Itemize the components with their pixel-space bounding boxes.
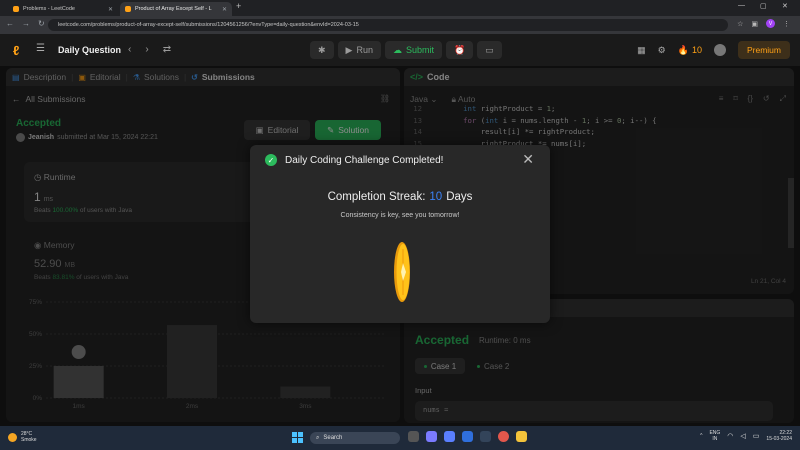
browser-tab-strip: Problems - LeetCode ✕ Product of Array E… (0, 0, 800, 16)
prev-problem-icon[interactable]: ‹ (128, 44, 131, 55)
reload-icon[interactable]: ↻ (38, 19, 45, 28)
forward-icon[interactable]: → (22, 19, 30, 28)
spinning-coin-icon (394, 242, 410, 302)
volume-icon[interactable]: ◁ (740, 432, 745, 440)
alarm-icon: ⏰ (454, 44, 466, 55)
user-avatar[interactable] (713, 44, 726, 56)
wifi-icon[interactable]: ◠ (727, 432, 733, 440)
extensions-icon[interactable]: ▣ (751, 20, 758, 28)
completion-streak: Completion Streak: 10 Days (327, 191, 473, 203)
next-problem-icon[interactable]: › (145, 44, 148, 55)
url-text: leetcode.com/problems/product-of-array-e… (58, 22, 359, 28)
timer-button[interactable]: ⏰ (446, 41, 474, 59)
layout-icon[interactable]: ▦ (637, 45, 646, 56)
premium-button[interactable]: Premium (737, 41, 790, 59)
chat-app-icon[interactable] (426, 431, 437, 442)
bug-icon: ✱ (318, 44, 326, 55)
steam-app-icon[interactable] (480, 431, 491, 442)
play-icon: ▶ (345, 44, 353, 55)
streak-counter[interactable]: 🔥 10 (678, 45, 702, 56)
language-indicator[interactable]: ENG IN (709, 430, 720, 442)
check-circle-icon: ✓ (265, 154, 277, 166)
bookmark-star-icon[interactable]: ☆ (737, 20, 743, 28)
back-icon[interactable]: ← (6, 19, 14, 28)
new-tab-icon[interactable]: + (236, 1, 241, 11)
debug-button[interactable]: ✱ (310, 41, 334, 59)
close-tab-icon[interactable]: ✕ (108, 6, 113, 13)
submit-button[interactable]: ☁ Submit (384, 41, 442, 59)
file-explorer-icon[interactable] (516, 431, 527, 442)
teams-app-icon[interactable] (444, 431, 455, 442)
system-clock[interactable]: 22:22 15-03-2024 (766, 430, 792, 442)
url-bar[interactable]: leetcode.com/problems/product-of-array-e… (48, 19, 728, 31)
modal-message: Consistency is key, see you tomorrow! (340, 212, 460, 219)
tab-title: Product of Array Except Self - L (135, 6, 212, 12)
windows-start-icon[interactable] (292, 432, 303, 443)
windows-taskbar: 28°C Smoke ⌕ Search ^ ENG IN ◠ ◁ ▭ 22:22 15-… (0, 426, 800, 450)
run-button[interactable]: ▶ Run (337, 41, 381, 59)
tray-chevron-icon[interactable]: ^ (700, 433, 702, 439)
daily-challenge-modal: ✓ Daily Coding Challenge Completed! ✕ Co… (250, 145, 550, 323)
address-bar-row: ← → ↻ leetcode.com/problems/product-of-a… (0, 16, 800, 34)
system-tray: ^ ENG IN ◠ ◁ ▭ 22:22 15-03-2024 (700, 430, 792, 442)
note-icon: ▭ (485, 44, 494, 55)
minimize-icon[interactable]: — (738, 2, 745, 9)
browser-tab-problems[interactable]: Problems - LeetCode ✕ (8, 2, 118, 16)
leetcode-header: ℓ ☰ Daily Question ‹ › ⇄ ✱ ▶ Run ☁ Submit … (0, 34, 800, 66)
close-window-icon[interactable]: ✕ (782, 2, 788, 10)
settings-app-icon[interactable] (462, 431, 473, 442)
close-tab-icon[interactable]: ✕ (222, 6, 227, 13)
search-icon: ⌕ (316, 434, 320, 441)
leetcode-favicon-icon (125, 6, 131, 12)
shuffle-icon[interactable]: ⇄ (163, 44, 171, 55)
menu-icon[interactable]: ⋮ (783, 20, 790, 28)
weather-widget[interactable]: 28°C Smoke (8, 431, 37, 443)
browser-tab-product[interactable]: Product of Array Except Self - L ✕ (120, 2, 232, 16)
cloud-upload-icon: ☁ (392, 44, 402, 55)
modal-title: Daily Coding Challenge Completed! (285, 155, 444, 166)
close-icon[interactable]: ✕ (522, 151, 534, 168)
tab-title: Problems - LeetCode (23, 6, 75, 12)
daily-question-title[interactable]: Daily Question (58, 45, 121, 55)
taskbar-search[interactable]: ⌕ Search (310, 432, 400, 444)
battery-icon[interactable]: ▭ (753, 432, 760, 440)
problem-list-icon[interactable]: ☰ (36, 43, 45, 54)
maximize-icon[interactable]: ▢ (760, 2, 767, 10)
leetcode-favicon-icon (13, 6, 19, 12)
notes-button[interactable]: ▭ (477, 41, 502, 59)
leetcode-logo-icon[interactable]: ℓ (13, 43, 27, 58)
profile-avatar[interactable]: V (766, 19, 775, 28)
fire-icon: 🔥 (677, 44, 689, 55)
settings-gear-icon[interactable]: ⚙ (658, 45, 666, 56)
chrome-app-icon[interactable] (498, 431, 509, 442)
weather-sun-icon (8, 432, 17, 442)
task-view-icon[interactable] (408, 431, 419, 442)
